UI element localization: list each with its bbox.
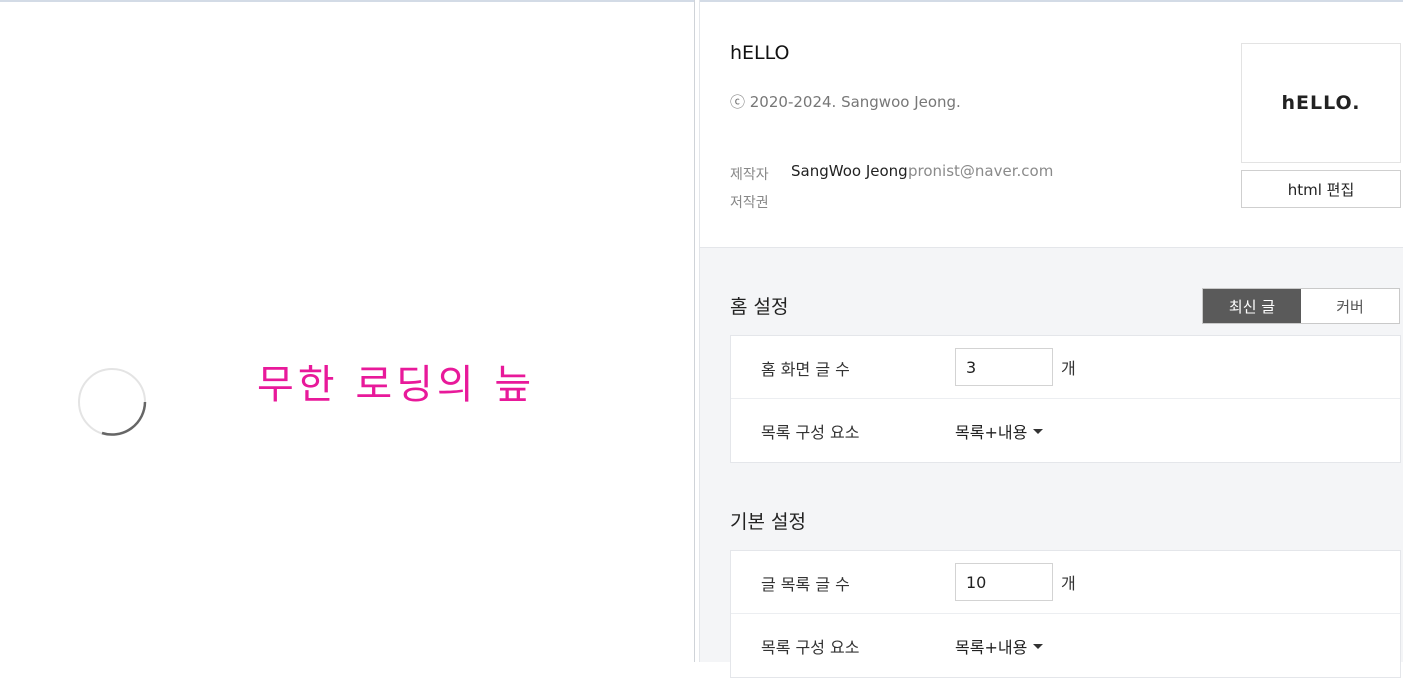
home-settings-panel: 홈 화면 글 수 개 목록 구성 요소 목록+내용 [730, 335, 1401, 463]
basic-settings-panel: 글 목록 글 수 개 목록 구성 요소 목록+내용 [730, 550, 1401, 678]
toggle-cover[interactable]: 커버 [1301, 289, 1399, 323]
author-name: SangWoo Jeong [791, 162, 908, 180]
list-count-input[interactable] [955, 563, 1053, 601]
author-email: pronist@naver.com [908, 162, 1054, 180]
skin-copyright: ⓒ 2020-2024. Sangwoo Jeong. [730, 93, 961, 111]
home-post-count-label: 홈 화면 글 수 [761, 360, 850, 379]
toggle-latest-posts[interactable]: 최신 글 [1203, 289, 1301, 323]
home-list-component-value: 목록+내용 [955, 423, 1028, 442]
home-list-component-select[interactable]: 목록+내용 [955, 419, 1044, 443]
preview-pane: 무한 로딩의 늪 [0, 2, 694, 662]
license-label: 저작권 [730, 195, 769, 211]
home-post-count-input[interactable] [955, 348, 1053, 386]
author-label: 제작자 [730, 167, 769, 183]
basic-list-component-select[interactable]: 목록+내용 [955, 634, 1044, 658]
basic-settings-title: 기본 설정 [730, 511, 806, 533]
caret-down-icon [1033, 643, 1044, 649]
home-settings-title: 홈 설정 [730, 296, 789, 318]
list-count-label: 글 목록 글 수 [761, 575, 850, 594]
list-count-unit: 개 [1061, 574, 1076, 593]
settings-row: 홈 화면 글 수 개 [731, 336, 1400, 399]
settings-row: 글 목록 글 수 개 [731, 551, 1400, 614]
caret-down-icon [1033, 428, 1044, 434]
skin-info: hELLO ⓒ 2020-2024. Sangwoo Jeong. 제작자 Sa… [700, 2, 1403, 248]
settings-row: 목록 구성 요소 목록+내용 [731, 614, 1400, 677]
settings-row: 목록 구성 요소 목록+내용 [731, 399, 1400, 462]
basic-list-component-value: 목록+내용 [955, 638, 1028, 657]
basic-list-component-label: 목록 구성 요소 [761, 638, 860, 657]
loading-spinner-icon [78, 368, 147, 436]
skin-title: hELLO [730, 42, 790, 64]
home-post-count-unit: 개 [1061, 359, 1076, 378]
settings-pane: hELLO ⓒ 2020-2024. Sangwoo Jeong. 제작자 Sa… [700, 2, 1403, 678]
loading-text: 무한 로딩의 늪 [257, 362, 536, 408]
home-type-toggle: 최신 글 커버 [1202, 288, 1400, 324]
home-list-component-label: 목록 구성 요소 [761, 423, 860, 442]
skin-thumbnail: hELLO. [1241, 43, 1401, 163]
html-edit-button[interactable]: html 편집 [1241, 170, 1401, 208]
